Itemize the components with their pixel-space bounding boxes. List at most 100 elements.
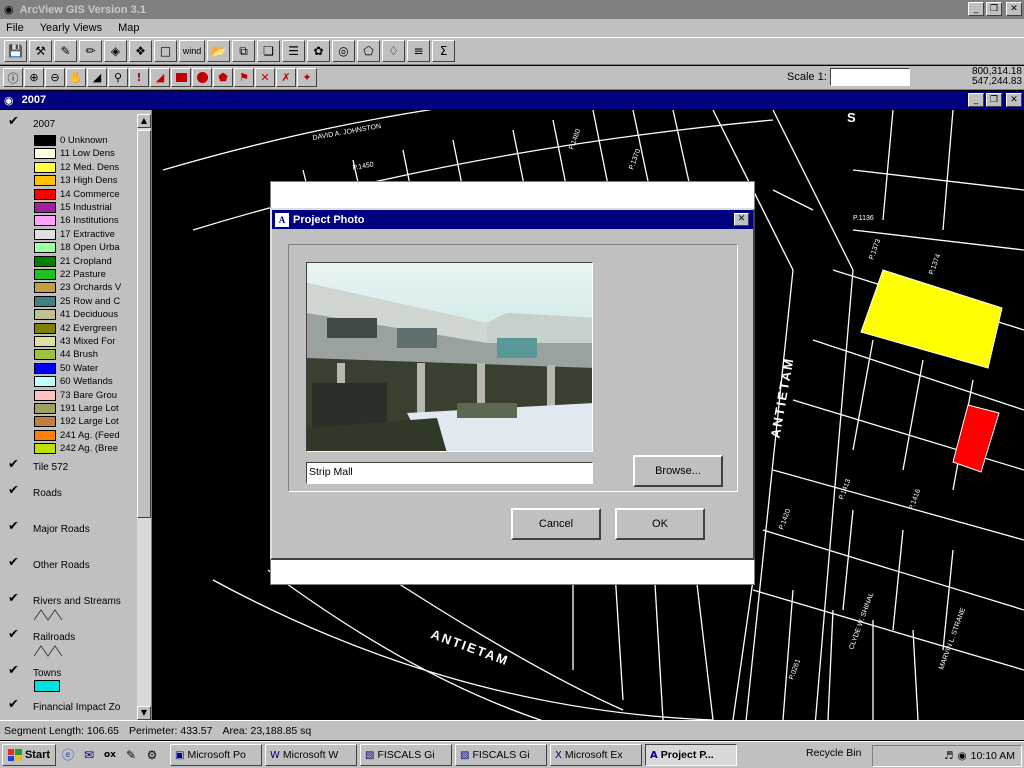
copy-icon[interactable]: ⧉ <box>232 40 255 62</box>
layer-name[interactable]: 2007 <box>33 119 55 130</box>
menu-file[interactable]: File <box>6 22 24 34</box>
zoom-out-icon[interactable]: ⊖ <box>45 68 65 87</box>
wind-button[interactable]: wind <box>179 40 205 62</box>
checkmark-icon[interactable]: ✔ <box>8 697 19 712</box>
legend-class[interactable]: 15 Industrial <box>34 201 134 214</box>
scroll-thumb[interactable] <box>137 130 151 518</box>
checkmark-icon[interactable]: ✔ <box>8 555 19 570</box>
region-icon[interactable]: ♢ <box>382 40 405 62</box>
layer-name[interactable]: Roads <box>33 488 62 499</box>
legend-class[interactable]: 241 Ag. (Feed <box>34 429 134 442</box>
layer-name[interactable]: Financial Impact Zo <box>33 702 120 713</box>
taskbar-button[interactable]: ▧ FISCALS Gi <box>360 744 452 766</box>
ie-icon[interactable]: ⓔ <box>59 746 77 764</box>
zoom-in-icon[interactable]: ⊕ <box>24 68 44 87</box>
taskbar-button[interactable]: X Microsoft Ex <box>550 744 642 766</box>
scroll-down-icon[interactable]: ▼ <box>137 706 151 720</box>
checkmark-icon[interactable]: ✔ <box>8 591 19 606</box>
draw-rectangle-icon[interactable] <box>171 68 191 87</box>
checkmark-icon[interactable]: ✔ <box>8 457 19 472</box>
legend-class[interactable]: 23 Orchards V <box>34 281 134 294</box>
legend-class[interactable]: 44 Brush <box>34 348 134 361</box>
browse-button[interactable]: Browse... <box>633 455 723 487</box>
list-icon[interactable]: ☰ <box>282 40 305 62</box>
pan-hand-icon[interactable]: ✋ <box>66 68 86 87</box>
minimize-button[interactable]: _ <box>968 2 984 16</box>
layer-name[interactable]: Other Roads <box>33 560 90 571</box>
checkmark-icon[interactable]: ✔ <box>8 483 19 498</box>
shapes-icon[interactable]: ✿ <box>307 40 330 62</box>
quicklaunch-ox[interactable]: ox <box>101 746 119 764</box>
legend-class[interactable]: 41 Deciduous <box>34 308 134 321</box>
checkmark-icon[interactable]: ✔ <box>8 114 19 129</box>
taskbar-button[interactable]: W Microsoft W <box>265 744 357 766</box>
paste-icon[interactable]: ❏ <box>257 40 280 62</box>
draw-line-icon[interactable]: ◢ <box>150 68 170 87</box>
select-feature-icon[interactable]: ❖ <box>129 40 152 62</box>
delete-x-icon[interactable]: ✕ <box>255 68 275 87</box>
legend-class[interactable]: 21 Cropland <box>34 255 134 268</box>
channel-icon[interactable]: ⚙ <box>143 746 161 764</box>
taskbar-button[interactable]: A Project P... <box>645 744 737 766</box>
ok-button[interactable]: OK <box>615 508 705 540</box>
clock[interactable]: 10:10 AM <box>971 750 1015 762</box>
legend-class[interactable]: 18 Open Urba <box>34 241 134 254</box>
layer-name[interactable]: Major Roads <box>33 524 90 535</box>
legend-class[interactable]: 242 Ag. (Bree <box>34 442 134 455</box>
legend-class[interactable]: 0 Unknown <box>34 134 134 147</box>
scroll-up-icon[interactable]: ▲ <box>137 114 151 128</box>
edit-attributes-icon[interactable]: ✏ <box>79 40 102 62</box>
edit-table-icon[interactable]: ✎ <box>54 40 77 62</box>
polygon-icon[interactable]: ⬠ <box>357 40 380 62</box>
legend-class[interactable]: 14 Commerce <box>34 188 134 201</box>
start-button[interactable]: Start <box>2 744 56 766</box>
scale-input[interactable] <box>830 68 910 86</box>
volume-icon[interactable]: ♬ <box>944 750 953 762</box>
legend-class[interactable]: 192 Large Lot <box>34 415 134 428</box>
taskbar-button[interactable]: ▧ FISCALS Gi <box>455 744 547 766</box>
info-red-icon[interactable]: ! <box>129 68 149 87</box>
layer-name[interactable]: Railroads <box>33 632 75 643</box>
layer-name[interactable]: Tile 572 <box>33 462 68 473</box>
maximize-button[interactable]: ❐ <box>986 2 1002 16</box>
legend-class[interactable]: 60 Wetlands <box>34 375 134 388</box>
layer-name[interactable]: Towns <box>33 668 61 679</box>
save-icon[interactable]: 💾 <box>4 40 27 62</box>
legend-class[interactable]: 50 Water <box>34 362 134 375</box>
menu-yearly-views[interactable]: Yearly Views <box>40 22 102 34</box>
cancel-button[interactable]: Cancel <box>511 508 601 540</box>
close-button[interactable]: ✕ <box>1006 2 1022 16</box>
marker-icon[interactable]: ✦ <box>297 68 317 87</box>
delete-vertex-icon[interactable]: ✗ <box>276 68 296 87</box>
outlook-icon[interactable]: ✉ <box>80 746 98 764</box>
view-maximize-button[interactable]: ❐ <box>986 93 1002 107</box>
legend-class[interactable]: 16 Institutions <box>34 214 134 227</box>
network-icon[interactable]: ◉ <box>957 750 966 762</box>
legend-class[interactable]: 12 Med. Dens <box>34 161 134 174</box>
layer-name[interactable]: Rivers and Streams <box>33 596 121 607</box>
recycle-bin-label[interactable]: Recycle Bin <box>806 747 861 759</box>
caption-input[interactable]: Strip Mall <box>306 462 593 484</box>
menu-map[interactable]: Map <box>118 22 139 34</box>
taskbar-button[interactable]: ▣ Microsoft Po <box>170 744 262 766</box>
legend-class[interactable]: 22 Pasture <box>34 268 134 281</box>
checkmark-icon[interactable]: ✔ <box>8 627 19 642</box>
checkmark-icon[interactable]: ✔ <box>8 663 19 678</box>
dialog-close-icon[interactable]: ✕ <box>734 213 749 226</box>
draw-polygon-icon[interactable]: ⬟ <box>213 68 233 87</box>
legend-scrollbar[interactable]: ▲ ▼ <box>137 114 151 720</box>
legend-class[interactable]: 43 Mixed For <box>34 335 134 348</box>
flag-icon[interactable]: ⚑ <box>234 68 254 87</box>
measure-icon[interactable]: ◢ <box>87 68 107 87</box>
stack-icon[interactable]: ≡ <box>407 40 430 62</box>
sum-icon[interactable]: Σ <box>432 40 455 62</box>
layout-icon[interactable]: □ <box>154 40 177 62</box>
view-close-button[interactable]: ✕ <box>1006 93 1022 107</box>
legend-class[interactable]: 17 Extractive <box>34 228 134 241</box>
identify-icon[interactable]: ⓘ <box>3 68 23 87</box>
legend-class[interactable]: 13 High Dens <box>34 174 134 187</box>
draw-circle-icon[interactable] <box>192 68 212 87</box>
open-folder-icon[interactable]: 📂 <box>207 40 230 62</box>
tools-icon[interactable]: ⚒ <box>29 40 52 62</box>
view-minimize-button[interactable]: _ <box>968 93 984 107</box>
